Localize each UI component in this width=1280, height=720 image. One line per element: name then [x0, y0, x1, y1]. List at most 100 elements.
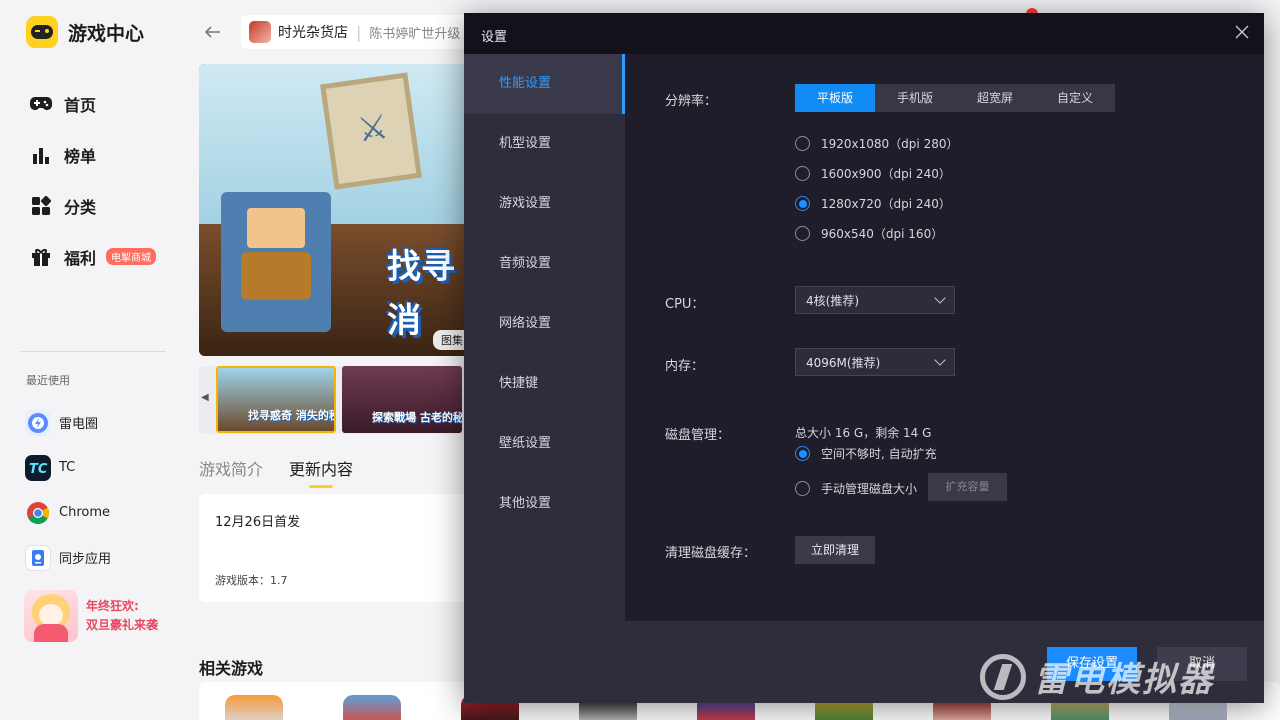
mode-tablet-button[interactable]: 平板版	[795, 84, 875, 112]
game-subtitle: 陈书婷旷世升级	[369, 26, 461, 42]
resolution-label: 分辨率：	[665, 94, 718, 109]
radio-label: 1280x720（dpi 240）	[821, 197, 951, 211]
main-nav: 首页 榜单 分类 福利 电掣商城	[30, 78, 157, 282]
radio-button[interactable]	[795, 481, 810, 496]
screenshot-thumbnails: ◀ 找寻惑奇 消失的秩序 探索戰場 古老的秘密	[199, 366, 469, 434]
menu-item-network[interactable]: 网络设置	[464, 294, 625, 354]
menu-item-wallpaper[interactable]: 壁纸设置	[464, 414, 625, 474]
nav-item-home[interactable]: 首页	[30, 78, 156, 129]
app-title: 游戏中心	[68, 22, 145, 45]
sidebar-divider	[20, 351, 166, 352]
memory-value: 4096M(推荐)	[806, 355, 881, 370]
resolution-option-1600[interactable]: 1600x900（dpi 240）	[795, 165, 951, 182]
svg-text:TC: TC	[29, 462, 48, 477]
nav-item-ranking[interactable]: 榜单	[30, 129, 156, 180]
chevron-down-icon	[934, 292, 946, 304]
chrome-icon	[25, 500, 51, 526]
radio-label: 空间不够时, 自动扩充	[821, 447, 937, 461]
memory-select[interactable]: 4096M(推荐)	[795, 348, 955, 376]
viking-character-image	[221, 192, 331, 332]
related-game-icon[interactable]	[343, 695, 401, 720]
recent-label: TC	[59, 460, 76, 475]
update-date: 12月26日首发	[215, 515, 301, 530]
sync-app-icon	[25, 544, 51, 571]
close-icon[interactable]	[1232, 23, 1252, 43]
menu-item-shortcuts[interactable]: 快捷键	[464, 354, 625, 414]
game-hero-image[interactable]: 找寻 消 图集	[199, 64, 469, 356]
sword-frame-icon	[320, 72, 422, 190]
radio-button-checked[interactable]	[795, 446, 810, 461]
menu-item-performance[interactable]: 性能设置	[464, 54, 625, 114]
tab-updates[interactable]: 更新内容	[289, 456, 353, 488]
memory-label: 内存：	[665, 359, 705, 374]
game-center-logo-icon	[26, 16, 58, 48]
thumbnail-caption: 找寻惑奇 消失的秩序	[248, 409, 334, 422]
menu-item-audio[interactable]: 音频设置	[464, 234, 625, 294]
promo-text: 年终狂欢: 双旦豪礼来袭	[86, 599, 159, 632]
tab-intro[interactable]: 游戏简介	[199, 456, 263, 488]
leidian-circle-icon	[25, 409, 51, 436]
radio-label: 手动管理磁盘大小	[821, 482, 918, 496]
recent-item-sync-app[interactable]: 同步应用	[25, 535, 111, 580]
radio-button[interactable]	[795, 166, 810, 181]
game-version: 游戏版本：1.7	[215, 574, 288, 587]
cpu-select[interactable]: 4核(推荐)	[795, 286, 955, 314]
recent-item-chrome[interactable]: Chrome	[25, 490, 111, 535]
gift-icon	[30, 246, 52, 268]
recent-label: 同步应用	[59, 552, 112, 567]
nav-label: 榜单	[64, 146, 97, 166]
radio-button[interactable]	[795, 226, 810, 241]
resolution-option-1280[interactable]: 1280x720（dpi 240）	[795, 195, 951, 212]
leidian-logo-icon	[980, 653, 1026, 700]
topbar: 时光杂货店 | 陈书婷旷世升级	[199, 14, 481, 50]
game-breadcrumb[interactable]: 时光杂货店 | 陈书婷旷世升级	[241, 15, 481, 49]
cpu-label: CPU：	[665, 297, 705, 312]
thumbnail-2[interactable]: 探索戰場 古老的秘密	[342, 366, 462, 433]
settings-dialog: 设置 性能设置 机型设置 游戏设置 音频设置 网络设置 快捷键 壁纸设置 其他设…	[464, 13, 1264, 703]
tc-icon: TC	[25, 454, 51, 481]
game-thumbnail-icon	[249, 21, 271, 43]
recent-item-tc[interactable]: TC TC	[25, 445, 111, 490]
year-end-promo[interactable]: 年终狂欢: 双旦豪礼来袭	[24, 590, 158, 642]
settings-header: 设置	[464, 13, 1264, 54]
disk-option-manual[interactable]: 手动管理磁盘大小	[795, 480, 917, 497]
disk-size-info: 总大小 16 G，剩余 14 G	[795, 426, 932, 440]
disk-option-auto-expand[interactable]: 空间不够时, 自动扩充	[795, 445, 937, 462]
radio-button-checked[interactable]	[795, 196, 810, 211]
sidebar: 游戏中心 首页 榜单 分类 福利 电掣商城 最近使用 雷电圈 TC TC Chr…	[0, 0, 185, 720]
related-game-icon[interactable]	[225, 695, 283, 720]
chevron-down-icon	[934, 354, 946, 366]
nav-item-welfare[interactable]: 福利 电掣商城	[30, 231, 157, 282]
shop-badge: 电掣商城	[106, 248, 157, 265]
recent-item-leidian-circle[interactable]: 雷电圈	[25, 400, 111, 445]
radio-button[interactable]	[795, 136, 810, 151]
update-card: 12月26日首发 游戏版本：1.7	[199, 494, 469, 602]
menu-item-game[interactable]: 游戏设置	[464, 174, 625, 234]
category-icon	[30, 195, 52, 217]
resolution-option-1920[interactable]: 1920x1080（dpi 280）	[795, 135, 958, 152]
clear-now-button[interactable]: 立即清理	[795, 536, 875, 564]
thumbs-prev-arrow-icon[interactable]: ◀	[201, 392, 209, 403]
thumbnail-1[interactable]: 找寻惑奇 消失的秩序	[216, 366, 336, 433]
disk-label: 磁盘管理：	[665, 428, 731, 443]
nav-label: 分类	[64, 197, 97, 217]
resolution-option-960[interactable]: 960x540（dpi 160）	[795, 225, 943, 242]
cpu-value: 4核(推荐)	[806, 293, 859, 308]
back-arrow-icon[interactable]	[199, 18, 227, 46]
menu-item-model[interactable]: 机型设置	[464, 114, 625, 174]
resolution-mode-tabs: 平板版 手机版 超宽屏 自定义	[795, 84, 1115, 112]
promo-character-image	[24, 590, 78, 642]
radio-label: 960x540（dpi 160）	[821, 227, 944, 241]
nav-item-category[interactable]: 分类	[30, 180, 156, 231]
mode-custom-button[interactable]: 自定义	[1035, 84, 1115, 112]
menu-item-other[interactable]: 其他设置	[464, 474, 625, 534]
recent-title: 最近使用	[26, 374, 70, 387]
mode-ultrawide-button[interactable]: 超宽屏	[955, 84, 1035, 112]
related-games-title: 相关游戏	[199, 659, 264, 678]
brand: 游戏中心	[26, 16, 144, 48]
mode-phone-button[interactable]: 手机版	[875, 84, 955, 112]
expand-capacity-button[interactable]: 扩充容量	[928, 473, 1007, 501]
gamepad-icon	[30, 93, 52, 115]
nav-label: 福利	[64, 248, 97, 268]
settings-menu: 性能设置 机型设置 游戏设置 音频设置 网络设置 快捷键 壁纸设置 其他设置	[464, 54, 625, 621]
